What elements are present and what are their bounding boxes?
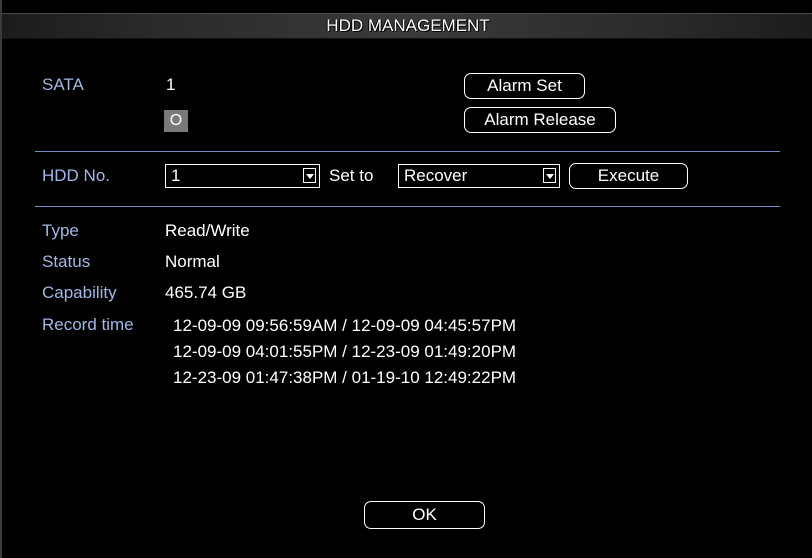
status-label: Status [42,252,91,271]
window-title: HDD MANAGEMENT [326,16,490,35]
record-time-label: Record time [42,315,134,334]
divider-top [35,151,780,152]
capability-value: 465.74 GB [165,283,247,302]
ok-button[interactable]: OK [364,501,485,529]
alarm-set-button[interactable]: Alarm Set [464,73,585,99]
chevron-down-icon[interactable] [543,168,556,183]
sata-disk-number: 1 [166,75,176,94]
hdd-management-window: HDD MANAGEMENT SATA 1 O Alarm Set Alarm … [0,0,812,558]
record-time-entry: 12-09-09 04:01:55PM / 12-23-09 01:49:20P… [173,342,517,361]
hdd-no-label: HDD No. [42,166,111,185]
set-to-label: Set to [329,166,374,185]
type-value: Read/Write [165,221,250,240]
sata-disk-checkbox[interactable]: O [164,110,188,132]
set-to-select-value: Recover [404,166,468,185]
alarm-release-button[interactable]: Alarm Release [464,107,616,133]
chevron-down-icon[interactable] [303,168,316,183]
hdd-no-select[interactable]: 1 [165,164,320,188]
record-time-entry: 12-23-09 01:47:38PM / 01-19-10 12:49:22P… [173,368,517,387]
type-label: Type [42,221,79,240]
divider-bottom [35,206,780,207]
title-bar: HDD MANAGEMENT [2,13,812,39]
sata-label: SATA [42,75,84,94]
capability-label: Capability [42,283,117,302]
status-value: Normal [165,252,220,271]
execute-button[interactable]: Execute [569,163,688,189]
record-time-entry: 12-09-09 09:56:59AM / 12-09-09 04:45:57P… [173,316,517,335]
hdd-no-select-value: 1 [171,166,181,185]
set-to-select[interactable]: Recover [398,164,560,188]
